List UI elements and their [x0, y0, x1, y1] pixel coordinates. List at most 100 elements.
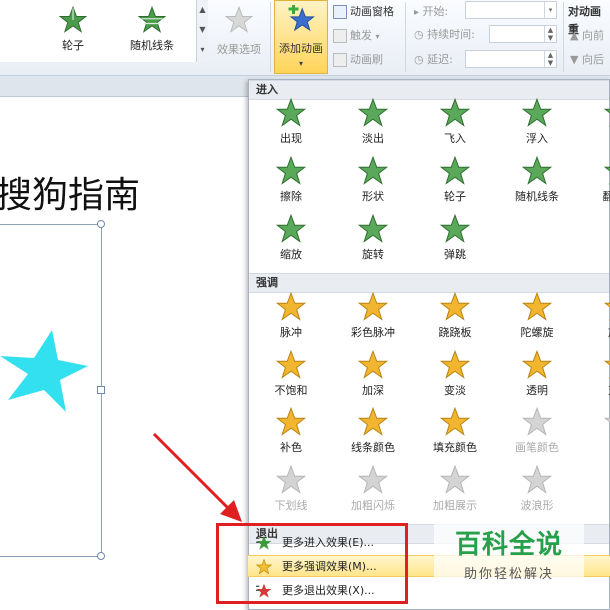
effect-emphasis-1[interactable]: 彩色脉冲 [332, 290, 414, 346]
effect-emphasis-5[interactable]: 不饱和 [250, 348, 332, 404]
effect-star-icon [276, 214, 306, 243]
effect-emphasis-7[interactable]: 变淡 [414, 348, 496, 404]
cyan-star-shape[interactable] [0, 328, 90, 414]
annotation-arrow [152, 432, 242, 522]
animation-gallery: 轮子 随机线条 ▲ ▼ ▾ [0, 0, 208, 62]
watermark-subtitle: 助你轻松解决 [463, 567, 554, 582]
effect-entrance-7[interactable]: 轮子 [414, 154, 496, 210]
animation-pane-button[interactable]: 动画窗格 [333, 3, 394, 21]
effect-emphasis-11[interactable]: 线条颜色 [332, 405, 414, 461]
effect-label: 画笔颜色 [515, 441, 559, 454]
effect-emphasis-3[interactable]: 陀螺旋 [496, 290, 578, 346]
trigger-icon [333, 29, 347, 43]
stepper-arrows-icon[interactable]: ▲ ▼ [544, 26, 556, 42]
effect-label: 陀螺旋 [520, 326, 554, 339]
painter-brush-icon [333, 53, 347, 67]
add-animation-button[interactable]: 添加动画 ▾ [274, 0, 328, 74]
effect-entrance-5[interactable]: 擦除 [250, 154, 332, 210]
effect-entrance-4[interactable]: 弹 [578, 96, 610, 152]
gallery-item-random-lines[interactable]: 随机线条 [117, 6, 187, 53]
star-lines-icon [138, 6, 166, 33]
effect-emphasis-16[interactable]: 加粗闪烁 [332, 463, 414, 519]
gallery-item-label: 随机线条 [130, 39, 174, 52]
duration-stepper[interactable]: ▲ ▼ [489, 25, 557, 43]
effect-emphasis-0[interactable]: 脉冲 [250, 290, 332, 346]
effect-emphasis-15[interactable]: 下划线 [250, 463, 332, 519]
effect-entrance-10[interactable]: 缩放 [250, 212, 332, 268]
effect-star-icon [440, 407, 470, 436]
chevron-down-icon: ▾ [375, 32, 380, 41]
ribbon-separator [563, 2, 564, 72]
clock-icon: ◷ [414, 53, 424, 66]
gallery-item-wheel[interactable]: 轮子 [38, 6, 108, 53]
effect-entrance-11[interactable]: 旋转 [332, 212, 414, 268]
effect-star-icon [522, 350, 552, 379]
slide-title[interactable]: 搜狗指南 [0, 166, 140, 218]
effect-entrance-12[interactable]: 弹跳 [414, 212, 496, 268]
move-later-button[interactable]: ▼ 向后 [570, 51, 604, 69]
gallery-expand-icon[interactable]: ▾ [197, 40, 208, 60]
effect-emphasis-2[interactable]: 跷跷板 [414, 290, 496, 346]
effect-star-icon [604, 108, 610, 127]
effect-label: 淡出 [362, 132, 384, 145]
animation-painter-button[interactable]: 动画刷 [333, 51, 383, 69]
effect-emphasis-13[interactable]: 画笔颜色 [496, 405, 578, 461]
effect-options-label: 效果选项 [217, 43, 261, 56]
duration-control: ◷ 持续时间: [414, 26, 475, 44]
resize-handle[interactable] [97, 386, 105, 394]
effect-emphasis-4[interactable]: 放大 [578, 290, 610, 346]
delay-control: ◷ 延迟: [414, 51, 453, 69]
gallery-scrollbar[interactable]: ▲ ▼ ▾ [196, 0, 208, 62]
resize-handle[interactable] [97, 552, 105, 560]
effect-label: 补色 [280, 441, 302, 454]
effect-entrance-0[interactable]: 出现 [250, 96, 332, 152]
effect-emphasis-18[interactable]: 波浪形 [496, 463, 578, 519]
start-label: 开始: [422, 5, 449, 18]
effect-entrance-3[interactable]: 浮入 [496, 96, 578, 152]
effect-star-icon [276, 156, 306, 185]
effect-star-icon [440, 465, 470, 494]
delay-stepper[interactable]: ▲ ▼ [465, 50, 557, 68]
reorder-title: 对动画重 [568, 5, 601, 36]
move-later-label: 向后 [581, 53, 604, 66]
scroll-down-icon[interactable]: ▼ [197, 20, 208, 40]
effect-emphasis-10[interactable]: 补色 [250, 405, 332, 461]
resize-handle[interactable] [97, 220, 105, 228]
start-select[interactable]: ▾ [465, 1, 557, 19]
add-animation-icon [288, 4, 315, 32]
scroll-up-icon[interactable]: ▲ [197, 0, 208, 20]
chevron-down-icon[interactable]: ▾ [544, 2, 556, 18]
delay-label: 延迟: [427, 53, 453, 66]
effect-label: 形状 [362, 190, 384, 203]
effect-emphasis-14[interactable]: 字 [578, 405, 610, 461]
effect-emphasis-8[interactable]: 透明 [496, 348, 578, 404]
effect-entrance-6[interactable]: 形状 [332, 154, 414, 210]
effect-emphasis-12[interactable]: 填充颜色 [414, 405, 496, 461]
effect-label: 字 [578, 439, 610, 455]
move-earlier-button[interactable]: ▲ 向前 [570, 27, 604, 45]
effect-entrance-1[interactable]: 淡出 [332, 96, 414, 152]
effect-entrance-9[interactable]: 翻转式 [578, 154, 610, 210]
ribbon: 轮子 随机线条 ▲ ▼ ▾ 效果选项 添加动画 ▾ 动画窗格 触发 ▾ 动画刷 … [0, 0, 610, 76]
effect-star-icon [522, 465, 552, 494]
stepper-arrows-icon[interactable]: ▲ ▼ [544, 51, 556, 67]
effect-label: 下划线 [274, 499, 308, 512]
effect-label: 跷跷板 [438, 326, 472, 339]
effect-options-star-icon [224, 5, 254, 33]
start-icon: ▸ [414, 7, 420, 18]
effect-label: 随机线条 [515, 190, 559, 203]
effect-entrance-2[interactable]: 飞入 [414, 96, 496, 152]
effect-label: 对象 [578, 382, 610, 398]
effect-entrance-8[interactable]: 随机线条 [496, 154, 578, 210]
effect-emphasis-17[interactable]: 加粗展示 [414, 463, 496, 519]
effect-label: 弹 [578, 130, 610, 146]
effect-star-icon [358, 292, 388, 321]
annotation-highlight-box [216, 523, 408, 604]
effect-emphasis-6[interactable]: 加深 [332, 348, 414, 404]
effect-options-button[interactable]: 效果选项 [212, 0, 266, 57]
effect-emphasis-9[interactable]: 对象 [578, 348, 610, 404]
effect-label: 线条颜色 [351, 441, 395, 454]
selection-border [0, 224, 102, 225]
trigger-button[interactable]: 触发 ▾ [333, 27, 380, 45]
effect-star-icon [440, 350, 470, 379]
